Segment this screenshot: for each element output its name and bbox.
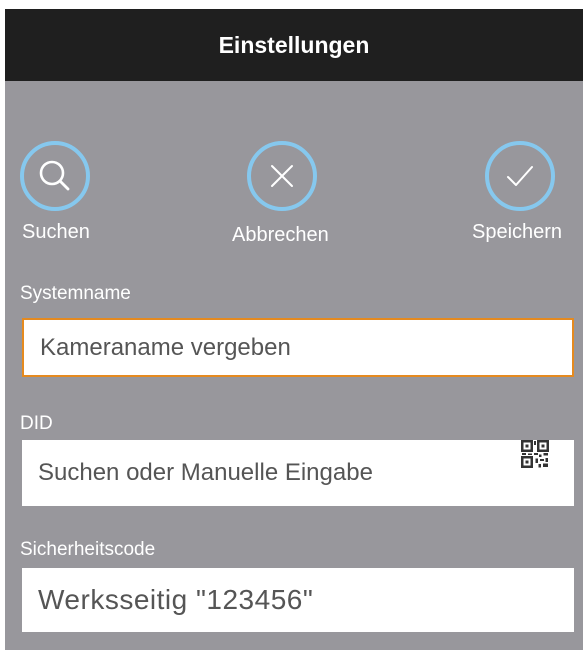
search-label[interactable]: Suchen [22, 221, 90, 244]
cancel-button[interactable] [247, 141, 317, 211]
did-field[interactable]: Suchen oder Manuelle Eingabe [22, 440, 574, 506]
qr-code-icon[interactable] [521, 440, 549, 473]
did-placeholder: Suchen oder Manuelle Eingabe [38, 459, 373, 486]
check-icon [501, 157, 539, 195]
system-name-field[interactable]: Kameraname vergeben [22, 318, 574, 377]
header-bar: Einstellungen [5, 9, 583, 81]
save-button[interactable] [485, 141, 555, 211]
system-name-placeholder: Kameraname vergeben [40, 333, 291, 361]
search-icon [36, 157, 74, 195]
page-title: Einstellungen [218, 31, 370, 58]
system-name-label: Systemname [20, 283, 131, 304]
security-code-label: Sicherheitscode [20, 539, 156, 560]
close-icon [265, 159, 299, 193]
did-label: DID [20, 413, 53, 434]
security-code-placeholder: Werksseitig "123456" [38, 584, 314, 615]
search-button[interactable] [20, 141, 90, 211]
settings-panel: Suchen Abbrechen Speichern Systemname Ka… [5, 81, 583, 650]
save-label[interactable]: Speichern [472, 221, 562, 244]
security-code-field[interactable]: Werksseitig "123456" [22, 568, 574, 632]
cancel-label[interactable]: Abbrechen [232, 224, 329, 247]
